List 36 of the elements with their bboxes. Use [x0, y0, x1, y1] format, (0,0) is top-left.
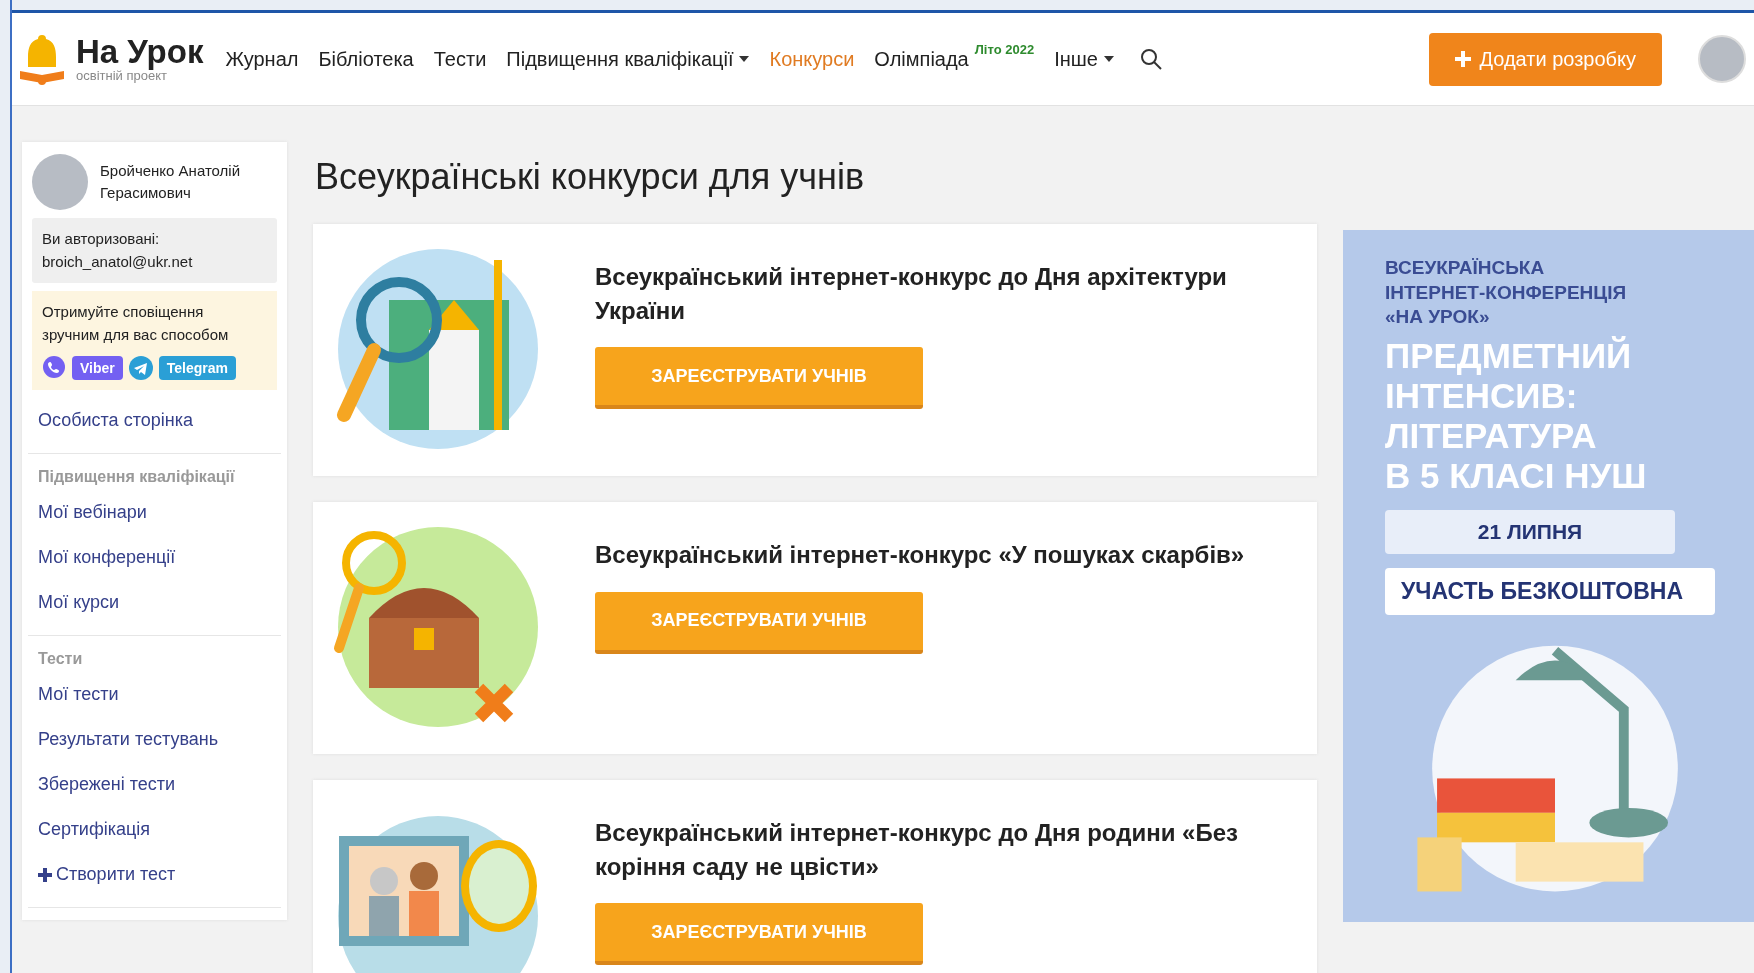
- banner-headline: ПРЕДМЕТНИЙ ІНТЕНСИВ: ЛІТЕРАТУРА В 5 КЛАСІ НУШ: [1385, 336, 1648, 496]
- banner-kicker: ВСЕУКРАЇНСЬКА ІНТЕРНЕТ-КОНФЕРЕНЦІЯ «НА УРОК»: [1385, 256, 1628, 330]
- sidebar-link[interactable]: Сертифікація: [28, 807, 281, 852]
- sidebar-link[interactable]: Результати тестувань: [28, 717, 281, 762]
- banner-date: 21 ЛИПНЯ: [1385, 509, 1675, 554]
- sidebar-link[interactable]: Особиста сторінка: [28, 398, 281, 443]
- page-title: Всеукраїнські конкурси для учнів: [315, 156, 866, 198]
- sidebar-link[interactable]: Мої тести: [28, 672, 281, 717]
- nav-link[interactable]: Підвищення кваліфікації: [506, 47, 750, 71]
- auth-info: Ви авторизовані: broich_anatol@ukr.net: [32, 218, 277, 283]
- section-heading: Підвищення кваліфікації: [37, 467, 236, 487]
- plus-icon: [1455, 51, 1472, 67]
- avatar: [32, 154, 88, 210]
- notification-text: Отримуйте сповіщення зручним для вас способом: [42, 302, 230, 345]
- phone-bubble-icon: [42, 356, 66, 380]
- nav-link[interactable]: Журнал: [225, 47, 299, 71]
- user-name: Бройченко Анатолій Герасимович: [100, 160, 242, 203]
- ad-banner[interactable]: ВСЕУКРАЇНСЬКА ІНТЕРНЕТ-КОНФЕРЕНЦІЯ «НА УРОК» ПРЕДМЕТНИЙ ІНТЕНСИВ: ЛІТЕРАТУРА В 5 КЛАСІ НУШ 21 ЛИПНЯ УЧАСТЬ БЕЗКОШТОВНА: [1343, 230, 1754, 922]
- sidebar-link[interactable]: Мої курси: [28, 580, 281, 625]
- site-logo-title[interactable]: На Урок: [76, 35, 204, 68]
- sidebar-link[interactable]: Збережені тести: [28, 762, 281, 807]
- section-heading: Тести: [37, 649, 84, 669]
- contest-title[interactable]: Всеукраїнський інтернет-конкурс до Дня родини «Без коріння саду не цвісти»: [595, 816, 1293, 884]
- messenger-button[interactable]: Viber: [72, 356, 123, 380]
- sidebar-link[interactable]: Створити тест: [28, 852, 281, 897]
- banner-note: УЧАСТЬ БЕЗКОШТОВНА: [1385, 567, 1715, 615]
- nav-link[interactable]: Тести: [433, 47, 487, 71]
- nav-link[interactable]: Інше: [1054, 47, 1114, 71]
- contest-title[interactable]: Всеукраїнський інтернет-конкурс «У пошуках скарбів»: [595, 538, 1245, 572]
- contest-title[interactable]: Всеукраїнський інтернет-конкурс до Дня архітектури України: [595, 260, 1293, 328]
- plus-icon: [38, 867, 52, 882]
- nav-link[interactable]: Бібліотека: [318, 47, 414, 71]
- sidebar-link[interactable]: Мої вебінари: [28, 490, 281, 535]
- search-icon[interactable]: [1139, 48, 1162, 70]
- paper-plane-icon: [128, 356, 153, 380]
- sidebar-link[interactable]: Мої конференції: [28, 535, 281, 580]
